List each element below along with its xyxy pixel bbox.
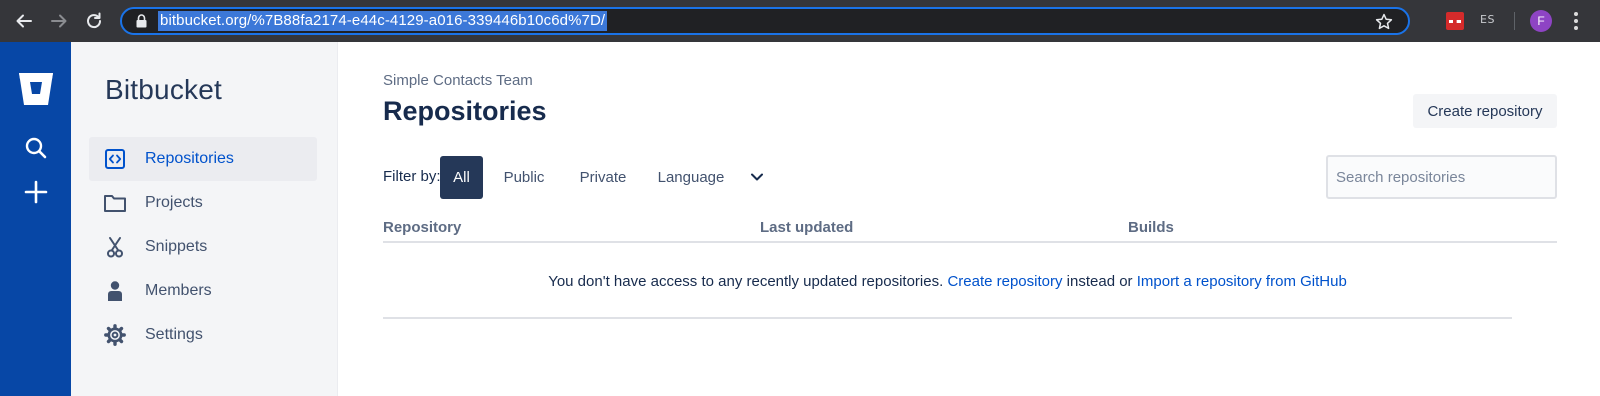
empty-state-middle-text: instead or — [1066, 273, 1133, 290]
breadcrumb-team[interactable]: Simple Contacts Team — [383, 72, 533, 89]
search-icon[interactable] — [24, 136, 48, 160]
folder-icon — [103, 191, 127, 215]
table-bottom-divider — [383, 317, 1512, 319]
sidebar-title: Bitbucket — [105, 74, 222, 105]
filter-label: Filter by: — [383, 168, 441, 185]
sidebar-item-repositories[interactable]: Repositories — [89, 137, 317, 181]
empty-state-text: You don't have access to any recently up… — [548, 273, 944, 290]
address-bar[interactable]: bitbucket.org/%7B88fa2174-e44c-4129-a016… — [120, 7, 1410, 35]
bookmark-star-icon[interactable] — [1374, 12, 1394, 32]
import-from-github-link[interactable]: Import a repository from GitHub — [1137, 273, 1347, 290]
bitbucket-logo-icon[interactable] — [18, 72, 54, 106]
sidebar-item-label: Snippets — [145, 238, 208, 255]
create-plus-icon[interactable] — [24, 180, 48, 204]
extension-icon[interactable] — [1446, 12, 1464, 30]
extension-es-label[interactable]: ES — [1480, 13, 1495, 26]
page-title: Repositories — [383, 96, 547, 126]
main-content: Simple Contacts Team Repositories Create… — [338, 42, 1600, 396]
url-text[interactable]: bitbucket.org/%7B88fa2174-e44c-4129-a016… — [158, 11, 608, 31]
sidebar-item-snippets[interactable]: Snippets — [89, 225, 317, 269]
repository-icon — [103, 147, 127, 171]
chevron-down-icon[interactable] — [750, 170, 764, 184]
create-repository-link[interactable]: Create repository — [947, 273, 1062, 290]
column-header-builds: Builds — [1128, 219, 1174, 236]
sidebar-item-settings[interactable]: Settings — [89, 313, 317, 357]
sidebar-item-label: Projects — [145, 194, 203, 211]
create-repository-button[interactable]: Create repository — [1413, 94, 1557, 128]
sidebar-item-label: Settings — [145, 326, 203, 343]
search-repositories-box[interactable] — [1326, 155, 1557, 199]
back-arrow-icon[interactable] — [12, 9, 36, 33]
browser-toolbar: bitbucket.org/%7B88fa2174-e44c-4129-a016… — [0, 0, 1600, 42]
search-repositories-input[interactable] — [1328, 157, 1555, 197]
scissors-icon — [103, 235, 127, 259]
filter-public-button[interactable]: Public — [496, 156, 552, 199]
forward-arrow-icon[interactable] — [47, 9, 71, 33]
sidebar-item-label: Members — [145, 282, 212, 299]
sidebar-item-members[interactable]: Members — [89, 269, 317, 313]
browser-menu-icon[interactable] — [1574, 12, 1578, 30]
profile-avatar[interactable]: F — [1530, 10, 1552, 32]
empty-state-message: You don't have access to any recently up… — [383, 273, 1512, 290]
toolbar-divider — [1514, 12, 1515, 30]
person-icon — [103, 279, 127, 303]
column-header-last-updated[interactable]: Last updated — [760, 219, 853, 236]
filter-all-button[interactable]: All — [440, 156, 483, 199]
column-header-repository[interactable]: Repository — [383, 219, 461, 236]
filter-private-button[interactable]: Private — [571, 156, 635, 199]
lock-icon — [136, 13, 150, 29]
sidebar-item-projects[interactable]: Projects — [89, 181, 317, 225]
table-header-divider — [383, 241, 1557, 243]
sidebar: Bitbucket Repositories Projects Snippets… — [71, 42, 338, 396]
global-nav — [0, 42, 71, 396]
gear-icon — [103, 323, 127, 347]
language-dropdown[interactable]: Language — [650, 156, 732, 199]
reload-icon[interactable] — [82, 9, 106, 33]
sidebar-item-label: Repositories — [145, 150, 234, 167]
